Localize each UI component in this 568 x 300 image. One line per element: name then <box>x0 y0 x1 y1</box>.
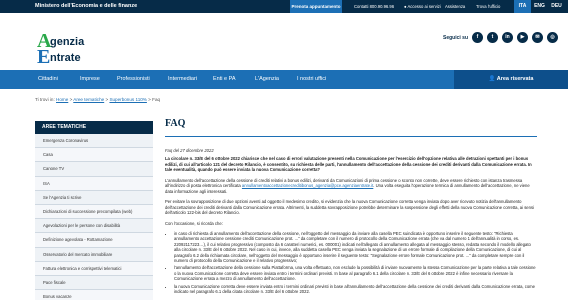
sidebar-item[interactable]: Osservatorio del mercato immobiliare <box>35 247 153 262</box>
sidebar-item[interactable]: Se l'Agenzia ti scrive <box>35 190 153 205</box>
faq-date: Faq del 27 dicembre 2022 <box>165 148 214 153</box>
breadcrumb: Ti trovi in: Home > Aree tematiche > Sup… <box>35 97 161 102</box>
sidebar-item[interactable]: Fattura elettronica e corrispettivi tele… <box>35 261 153 276</box>
sidebar-title: AREE TEMATICHE <box>35 121 153 134</box>
access-services-link[interactable]: ● Accesso ai servizi <box>404 4 441 9</box>
top-bar: Ministero dell'Economia e delle finanze … <box>0 0 568 13</box>
user-icon: 👤 <box>488 76 496 82</box>
nav-intermediari[interactable]: Intermediari <box>168 76 197 82</box>
reserved-area-label: Area riservata <box>496 76 534 82</box>
sidebar-item[interactable]: Bonus vacanze <box>35 290 153 300</box>
nav-uffici[interactable]: I nostri uffici <box>297 76 326 82</box>
page-title: FAQ <box>165 118 537 137</box>
list-item: l'annullamento dell'accettazione della c… <box>174 265 537 281</box>
nav-professionisti[interactable]: Professionisti <box>117 76 150 82</box>
list-item: la nuova Comunicazione corretta deve ess… <box>174 284 537 295</box>
nav-agenzia[interactable]: L'Agenzia <box>255 76 279 82</box>
sidebar-item[interactable]: ISA <box>35 176 153 191</box>
nav-enti-pa[interactable]: Enti e PA <box>213 76 236 82</box>
facebook-icon[interactable]: f <box>472 32 483 43</box>
nav-imprese[interactable]: Imprese <box>80 76 100 82</box>
logo-line1: genzia <box>50 36 85 48</box>
logo-line2: ntrate <box>50 52 81 64</box>
lang-deu[interactable]: DEU <box>548 0 565 13</box>
faq-question: La circolare n. 33/E del 6 ottobre 2022 … <box>165 156 532 172</box>
sidebar-item[interactable]: Canone TV <box>35 162 153 177</box>
pec-email-link[interactable]: annullamentoaccettazionecreditibonus_age… <box>242 183 373 188</box>
assistance-link[interactable]: Assistenza <box>445 4 465 9</box>
sidebar-item[interactable]: Casa <box>35 148 153 163</box>
main-content: FAQ Faq del 27 dicembre 2022 La circolar… <box>165 118 537 300</box>
sidebar-item[interactable]: Definizione agevolata - Rottamazione <box>35 233 153 248</box>
breadcrumb-prefix: Ti trovi in: <box>35 97 55 102</box>
nav-cittadini[interactable]: Cittadini <box>38 76 58 82</box>
sidebar-item[interactable]: Agevolazioni per le persone con disabili… <box>35 219 153 234</box>
ministry-link[interactable]: Ministero dell'Economia e delle finanze <box>35 3 137 9</box>
faq-paragraph-2: Per evitare la sovrapposizione di due op… <box>165 199 534 215</box>
faq-paragraph-1: L'annullamento dell'accettazione della c… <box>165 178 537 195</box>
breadcrumb-aree-tematiche[interactable]: Aree tematiche <box>73 97 104 102</box>
breadcrumb-current: Faq <box>152 97 161 102</box>
faq-paragraph-3: Con l'occasione, si ricorda che: <box>165 220 223 226</box>
sidebar: AREE TEMATICHE Emergenza Coronavirus Cas… <box>35 121 153 300</box>
breadcrumb-superbonus[interactable]: Superbonus 110% <box>109 97 146 102</box>
sidebar-item[interactable]: Emergenza Coronavirus <box>35 134 153 149</box>
list-item: in caso di richiesta di annullamento del… <box>174 231 537 263</box>
sidebar-item[interactable]: Dichiarazioni di successione precompilat… <box>35 204 153 220</box>
breadcrumb-home[interactable]: Home <box>56 97 68 102</box>
instagram-icon[interactable]: ◎ <box>547 32 558 43</box>
twitter-icon[interactable]: t <box>487 32 498 43</box>
svg-text:E: E <box>37 46 50 65</box>
lang-eng[interactable]: ENG <box>531 0 548 13</box>
lang-ita[interactable]: ITA <box>514 0 531 13</box>
appointment-button[interactable]: Prenota appuntamento <box>290 0 342 13</box>
main-nav: Cittadini Imprese Professionisti Interme… <box>0 70 568 89</box>
brand-header: A genzia E ntrate Seguici su f t in ▶ ✉ … <box>0 13 568 70</box>
sidebar-item[interactable]: Pace fiscale <box>35 275 153 291</box>
youtube-icon[interactable]: ▶ <box>517 32 528 43</box>
access-services-label: Accesso ai servizi <box>407 4 441 9</box>
agenzia-entrate-logo[interactable]: A genzia E ntrate <box>37 31 137 65</box>
find-office-link[interactable]: Trova l'ufficio <box>476 4 500 9</box>
faq-bullet-list: in caso di richiesta di annullamento del… <box>165 231 537 294</box>
contact-link[interactable]: Contatti 800.90.96.96 <box>354 4 394 9</box>
linkedin-icon[interactable]: in <box>502 32 513 43</box>
reserved-area-button[interactable]: 👤 Area riservata <box>454 70 568 89</box>
follow-us-label: Seguici su <box>443 35 469 41</box>
newsletter-icon[interactable]: ✉ <box>532 32 543 43</box>
